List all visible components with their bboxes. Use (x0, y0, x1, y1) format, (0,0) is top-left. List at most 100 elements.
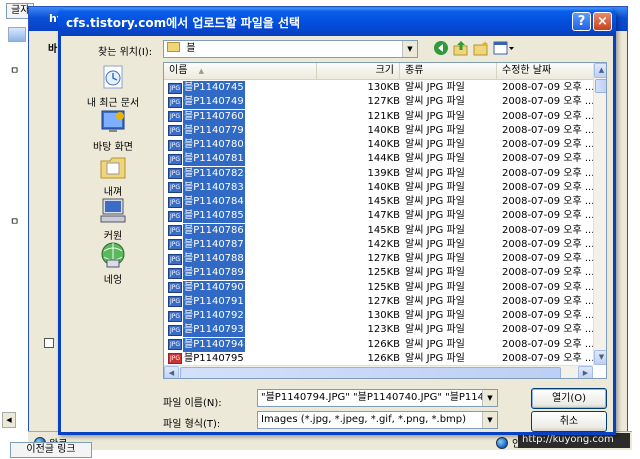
file-name-cell: JPG 블P1140790 (168, 280, 245, 295)
file-row[interactable]: JPG 블P1140785 147KB 알씨 JPG 파일 2008-07-09 오후 … (164, 209, 595, 224)
jpg-file-icon: JPG (168, 239, 182, 251)
background-bottom-button[interactable]: 이전글 링크 (10, 442, 92, 458)
scroll-up-icon[interactable]: ▲ (594, 63, 606, 78)
places-recent[interactable]: 내 최근 문서 (72, 64, 154, 109)
jpg-file-icon: JPG (168, 125, 182, 137)
file-date: 2008-07-09 오후 ... (502, 210, 595, 222)
help-button[interactable]: ? (572, 12, 591, 31)
file-name: 블P1140745 (183, 81, 245, 95)
horizontal-scroll-thumb[interactable] (180, 367, 561, 378)
back-icon[interactable] (433, 40, 449, 56)
dialog-titlebar[interactable]: cfs.tistory.com에서 업로드할 파일을 선택 ? × (58, 8, 616, 36)
column-type[interactable]: 종류 (400, 63, 497, 80)
file-row[interactable]: JPG 블P1140790 125KB 알씨 JPG 파일 2008-07-09 오후 … (164, 280, 594, 295)
file-type: 알씨 JPG 파일 (405, 82, 465, 93)
file-name-cell: JPG 블P1140795 (168, 352, 245, 366)
file-type: 알씨 JPG 파일 (405, 139, 465, 150)
file-row[interactable]: JPG 블P1140784 145KB 알씨 JPG 파일 2008-07-09 오후 … (164, 195, 594, 209)
file-row[interactable]: JPG 블P1140745 130KB 알씨 JPG 파일 2008-07-09 오후 … (164, 81, 594, 95)
file-name: 블P1140749 (183, 95, 245, 110)
chevron-down-icon[interactable]: ▼ (402, 41, 417, 57)
scroll-right-icon[interactable]: ▶ (578, 366, 593, 378)
file-name-cell: JPG 블P1140780 (168, 138, 245, 152)
column-date[interactable]: 수정한 날짜 (497, 63, 593, 80)
horizontal-scrollbar[interactable]: ◀ ▶ (164, 365, 593, 378)
jpg-file-icon: JPG (168, 225, 182, 236)
file-row[interactable]: JPG 블P1140792 130KB 알씨 JPG 파일 2008-07-09 오후 … (164, 309, 594, 323)
open-button[interactable]: 열기(O) (531, 388, 607, 409)
column-size[interactable]: 크기 (317, 63, 400, 80)
filetype-label: 파일 형식(T): (163, 419, 221, 430)
background-checkbox[interactable] (44, 338, 54, 348)
jpg-file-icon: JPG (168, 168, 182, 179)
image-icon[interactable] (8, 27, 26, 42)
file-name-cell: JPG 블P1140784 (168, 195, 245, 209)
file-name: 블P1140792 (183, 309, 245, 323)
file-row[interactable]: JPG 블P1140795 126KB 알씨 JPG 파일 2008-07-09 오후 … (164, 352, 595, 366)
jpg-file-icon: JPG (168, 282, 182, 293)
background-scroll-left[interactable]: ◀ (2, 412, 16, 428)
file-name-cell: JPG 블P1140791 (168, 294, 245, 309)
lookin-combo[interactable]: 블 ▼ (163, 40, 418, 58)
chevron-down-icon[interactable]: ▼ (482, 412, 497, 428)
places-my-computer[interactable]: 커원 (72, 197, 154, 242)
view-menu-icon[interactable] (493, 40, 515, 56)
jpg-file-icon: JPG (168, 210, 182, 222)
file-date: 2008-07-09 오후 ... (502, 267, 595, 279)
scroll-down-icon[interactable]: ▼ (594, 350, 606, 365)
chevron-down-icon[interactable]: ▼ (482, 390, 497, 406)
filetype-select[interactable]: Images (*.jpg, *.jpeg, *.gif, *.png, *.b… (257, 411, 498, 429)
my-documents-icon (98, 153, 128, 181)
file-list[interactable]: 이름 ▲ 크기 종류 수정한 날짜 JPG 블P1140745 130KB 알씨 JP… (163, 62, 607, 379)
file-row[interactable]: JPG 블P1140760 121KB 알씨 JPG 파일 2008-07-09 오후 … (164, 109, 594, 124)
file-row[interactable]: JPG 블P1140788 127KB 알씨 JPG 파일 2008-07-09 오후 … (164, 252, 594, 266)
file-row[interactable]: JPG 블P1140789 125KB 알씨 JPG 파일 2008-07-09 오후 … (164, 266, 595, 281)
jpg-file-icon: JPG (168, 182, 182, 194)
file-row[interactable]: JPG 블P1140781 144KB 알씨 JPG 파일 2008-07-09 오후 … (164, 152, 595, 167)
vertical-scroll-thumb[interactable] (595, 79, 606, 93)
file-type: 알씨 JPG 파일 (405, 110, 465, 122)
file-row[interactable]: JPG 블P1140749 127KB 알씨 JPG 파일 2008-07-09 오후 … (164, 95, 594, 110)
file-type: 알씨 JPG 파일 (405, 238, 465, 250)
file-row[interactable]: JPG 블P1140787 142KB 알씨 JPG 파일 2008-07-09 오후 … (164, 237, 594, 252)
cancel-button[interactable]: 취소 (531, 411, 607, 432)
file-name-cell: JPG 블P1140785 (168, 209, 245, 224)
jpg-file-icon: JPG (168, 324, 182, 336)
file-row[interactable]: JPG 블P1140786 145KB 알씨 JPG 파일 2008-07-09 오후 … (164, 223, 594, 238)
file-type: 알씨 JPG 파일 (405, 281, 465, 293)
file-name-cell: JPG 블P1140783 (168, 180, 245, 195)
places-network[interactable]: 네엉 (72, 241, 154, 286)
file-name-cell: JPG 블P1140781 (168, 152, 245, 167)
filename-input[interactable]: "블P1140794.JPG" "블P1140740.JPG" "블P11407… (257, 389, 498, 407)
column-name[interactable]: 이름 ▲ (164, 63, 317, 80)
scroll-left-icon[interactable]: ◀ (164, 366, 179, 378)
up-folder-icon[interactable] (453, 40, 469, 56)
jpg-file-icon: JPG (168, 339, 182, 350)
file-name: 블P1140782 (183, 166, 245, 181)
file-row[interactable]: JPG 블P1140783 140KB 알씨 JPG 파일 2008-07-09 오후 … (164, 180, 595, 195)
places-my-documents[interactable]: 내껴 (72, 153, 154, 198)
file-date: 2008-07-09 오후 ... (502, 181, 595, 193)
file-name: 블P1140783 (183, 180, 245, 195)
file-row[interactable]: JPG 블P1140794 126KB 알씨 JPG 파일 2008-07-09 오후 … (164, 337, 594, 352)
filetype-value: Images (*.jpg, *.jpeg, *.gif, *.png, *.b… (261, 414, 467, 425)
new-folder-icon[interactable] (473, 40, 489, 56)
dialog-title: cfs.tistory.com에서 업로드할 파일을 선택 (66, 16, 301, 30)
places-desktop[interactable]: 바탕 화면 (72, 108, 154, 153)
file-name-cell: JPG 블P1140745 (168, 81, 245, 95)
background-text-3: ㅁ (10, 217, 20, 228)
file-date: 2008-07-09 오후 ... (502, 352, 595, 364)
file-size: 127KB (367, 253, 400, 264)
file-size: 142KB (367, 238, 400, 250)
file-date: 2008-07-09 오후 ... (502, 153, 595, 165)
file-row[interactable]: JPG 블P1140791 127KB 알씨 JPG 파일 2008-07-09 오후 … (164, 294, 594, 309)
close-button[interactable]: × (593, 12, 612, 31)
file-name: 블P1140793 (183, 323, 245, 338)
file-row[interactable]: JPG 블P1140779 140KB 알씨 JPG 파일 2008-07-09 오후 … (164, 123, 594, 138)
file-row[interactable]: JPG 블P1140780 140KB 알씨 JPG 파일 2008-07-09 오후 … (164, 138, 594, 152)
vertical-scrollbar[interactable]: ▲ ▼ (593, 63, 606, 365)
file-row[interactable]: JPG 블P1140782 139KB 알씨 JPG 파일 2008-07-09 오후 … (164, 166, 594, 181)
file-row[interactable]: JPG 블P1140793 123KB 알씨 JPG 파일 2008-07-09 오후 … (164, 323, 594, 338)
file-type: 알씨 JPG 파일 (405, 352, 465, 364)
jpg-file-icon: JPG (168, 139, 182, 151)
